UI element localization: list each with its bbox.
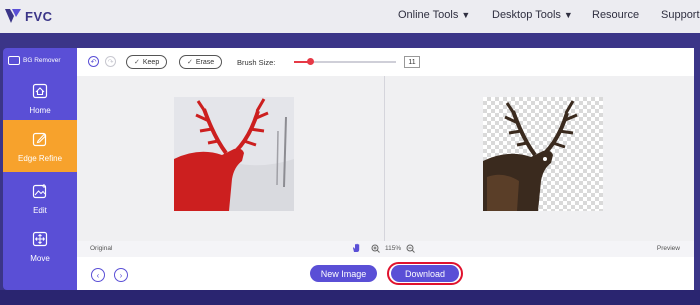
erase-button[interactable]: ✓ Erase (179, 55, 223, 69)
sidebar-item-edge-refine-label: Edge Refine (17, 153, 63, 163)
sidebar-item-move-label: Move (30, 253, 50, 263)
sidebar-item-edit-label: Edit (33, 205, 47, 215)
editor-toolbar: ↶ ↷ ✓ Keep ✓ Erase Brush Size: 11 (77, 48, 694, 76)
chevron-right-icon: › (119, 270, 123, 280)
brush-size-label: Brush Size: (237, 58, 276, 67)
original-image[interactable] (174, 97, 294, 211)
canvas-area (77, 76, 694, 261)
preview-label: Preview (656, 245, 680, 252)
sidebar-title-text: BG Remover (23, 57, 61, 64)
tool-sidebar: BG Remover Home Edge Refine Edit Move (3, 48, 77, 290)
redo-icon: ↷ (107, 58, 114, 66)
erase-brush-icon: ✓ (187, 59, 193, 66)
next-button[interactable]: › (114, 268, 128, 282)
sidebar-item-move[interactable]: Move (3, 220, 77, 272)
previous-button[interactable]: ‹ (91, 268, 105, 282)
brush-size-slider-handle[interactable] (307, 58, 315, 65)
nav-resource-label: Resource (592, 9, 640, 21)
zoom-in-icon[interactable] (371, 244, 380, 253)
undo-icon: ↶ (90, 58, 97, 66)
nav-resource[interactable]: Resource (592, 9, 639, 21)
top-nav-bar: FVC Online Tools ▼ Desktop Tools ▼ Resou… (0, 0, 700, 33)
edge-refine-icon (32, 130, 48, 148)
bg-remover-icon (8, 56, 20, 65)
canvas-divider (384, 76, 385, 261)
nav-online-tools-label: Online Tools (398, 9, 459, 21)
sidebar-title: BG Remover (8, 56, 61, 65)
fvc-logo[interactable]: FVC (4, 5, 53, 27)
move-icon (32, 230, 48, 248)
chevron-left-icon: ‹ (96, 270, 100, 280)
zoom-level: 115% (385, 244, 402, 252)
chevron-down-icon: ▼ (563, 10, 573, 20)
keep-brush-icon: ✓ (134, 59, 140, 66)
logo-text: FVC (25, 8, 53, 24)
keep-label: Keep (142, 58, 160, 66)
fvc-logo-mark (5, 9, 21, 23)
background-band (0, 290, 700, 305)
nav-support-label: Support (661, 9, 700, 21)
sidebar-item-edit[interactable]: Edit (3, 172, 77, 224)
editor-panel: ↶ ↷ ✓ Keep ✓ Erase Brush Size: 11 Origin… (77, 48, 694, 290)
redo-button[interactable]: ↷ (105, 56, 116, 67)
nav-desktop-tools-label: Desktop Tools (492, 9, 561, 21)
sidebar-item-home[interactable]: Home (3, 72, 77, 124)
new-image-button[interactable]: New Image (310, 265, 377, 282)
view-status-bar: Original 115% Preview (77, 241, 694, 257)
chevron-down-icon: ▼ (461, 10, 471, 20)
sidebar-item-edge-refine[interactable]: Edge Refine (3, 120, 77, 172)
home-icon (32, 82, 48, 100)
download-button[interactable]: Download (391, 265, 459, 282)
erase-label: Erase (195, 58, 215, 66)
nav-desktop-tools[interactable]: Desktop Tools ▼ (492, 9, 573, 21)
original-label: Original (90, 245, 113, 252)
brush-size-value[interactable]: 11 (404, 56, 420, 68)
editor-footer: ‹ › New Image Download (77, 257, 694, 290)
brush-size-slider[interactable] (294, 58, 396, 65)
sidebar-item-home-label: Home (29, 105, 51, 115)
hand-pan-icon[interactable] (352, 243, 361, 253)
edit-image-icon (32, 182, 48, 200)
preview-image[interactable] (483, 97, 603, 211)
zoom-controls: 115% (347, 243, 420, 253)
nav-support[interactable]: Support (661, 9, 700, 21)
nav-online-tools[interactable]: Online Tools ▼ (398, 9, 470, 21)
keep-button[interactable]: ✓ Keep (126, 55, 168, 69)
undo-button[interactable]: ↶ (88, 56, 99, 67)
zoom-out-icon[interactable] (406, 244, 416, 253)
